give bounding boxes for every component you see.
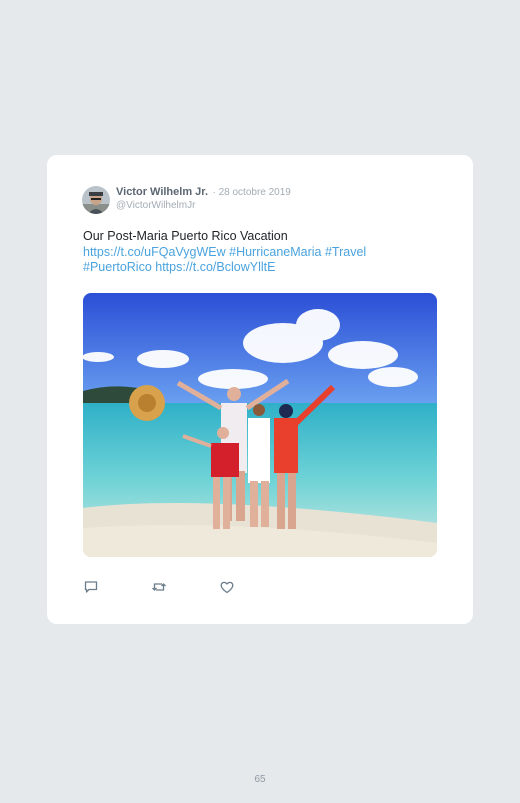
tweet-header: Victor Wilhelm Jr. · 28 octobre 2019 @Vi… [82, 184, 291, 214]
tweet-photo[interactable] [83, 293, 437, 557]
author-handle[interactable]: @VictorWilhelmJr [116, 199, 291, 212]
heart-icon[interactable] [219, 579, 235, 595]
author-meta: Victor Wilhelm Jr. · 28 octobre 2019 @Vi… [116, 184, 291, 212]
avatar[interactable] [82, 186, 110, 214]
retweet-icon[interactable] [151, 579, 167, 595]
reply-icon[interactable] [83, 579, 99, 595]
tweet-links-line[interactable]: https://t.co/uFQaVygWEw #HurricaneMaria … [83, 245, 423, 261]
tweet-card: Victor Wilhelm Jr. · 28 octobre 2019 @Vi… [47, 155, 473, 624]
tweet-text-line: Our Post-Maria Puerto Rico Vacation [83, 229, 288, 243]
tweet-date[interactable]: · 28 octobre 2019 [212, 187, 290, 198]
page-number: 65 [254, 774, 266, 785]
tweet-actions [83, 579, 287, 595]
tweet-text: Our Post-Maria Puerto Rico Vacation http… [83, 229, 423, 276]
tweet-links-line[interactable]: #PuertoRico https://t.co/BclowYlltE [83, 260, 423, 276]
author-name[interactable]: Victor Wilhelm Jr. [116, 186, 208, 198]
